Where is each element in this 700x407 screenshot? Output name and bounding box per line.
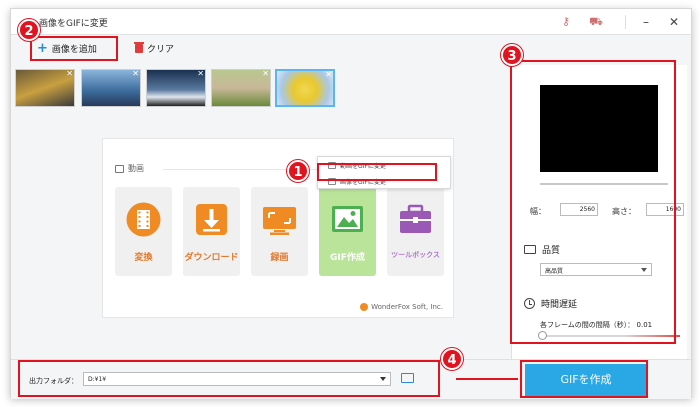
highlight-image-to-gif bbox=[317, 163, 437, 181]
download-label: ダウンロード bbox=[184, 253, 239, 263]
key-icon[interactable]: ⚷ bbox=[559, 15, 573, 29]
brand-footer: WonderFox Soft, Inc. bbox=[360, 303, 443, 311]
step-badge-2: 2 bbox=[18, 19, 40, 41]
annotation-connector bbox=[456, 378, 518, 380]
section-header: 動画 bbox=[115, 163, 144, 174]
gif-maker-tile[interactable]: GIF作成 bbox=[319, 187, 376, 276]
film-convert-icon bbox=[126, 202, 161, 237]
title-separator bbox=[625, 15, 626, 29]
trash-icon bbox=[134, 42, 144, 53]
image-thumbnail[interactable]: ✕ bbox=[211, 69, 271, 107]
image-thumbnail-selected[interactable]: ✕ bbox=[275, 69, 335, 107]
window-title: 画像をGIFに変更 bbox=[39, 19, 108, 29]
remove-icon[interactable]: ✕ bbox=[132, 69, 139, 78]
monitor-record-icon bbox=[263, 207, 296, 235]
clear-button[interactable]: クリア bbox=[134, 42, 175, 55]
toolbox-icon bbox=[400, 204, 431, 233]
download-tile[interactable]: ダウンロード bbox=[183, 187, 240, 276]
image-thumbnail[interactable]: ✕ bbox=[146, 69, 206, 107]
clear-label: クリア bbox=[147, 45, 175, 55]
toolbox-label: ツールボックス bbox=[391, 251, 440, 259]
convert-label: 変換 bbox=[134, 253, 153, 263]
step-badge-4: 4 bbox=[441, 348, 463, 370]
close-icon[interactable]: ✕ bbox=[665, 13, 683, 31]
main-area: 動画 変換 ダウンロード 録画 GIF作成 ツールボックス WonderFox … bbox=[11, 113, 507, 359]
image-thumbnail[interactable]: ✕ bbox=[15, 69, 75, 107]
film-icon bbox=[115, 164, 124, 173]
wonderfox-logo-icon bbox=[360, 303, 369, 311]
remove-icon[interactable]: ✕ bbox=[197, 69, 204, 78]
remove-icon[interactable]: ✕ bbox=[325, 70, 332, 79]
remove-icon[interactable]: ✕ bbox=[66, 69, 73, 78]
step-badge-3: 3 bbox=[501, 44, 523, 66]
title-bar: 画像をGIFに変更 ⚷ ⛟ – ✕ bbox=[11, 9, 691, 35]
gif-maker-label: GIF作成 bbox=[330, 253, 365, 263]
minimize-icon[interactable]: – bbox=[637, 13, 655, 31]
remove-icon[interactable]: ✕ bbox=[262, 69, 269, 78]
highlight-output-folder bbox=[18, 360, 440, 397]
record-label: 録画 bbox=[270, 253, 289, 263]
convert-tile[interactable]: 変換 bbox=[115, 187, 172, 276]
record-tile[interactable]: 録画 bbox=[251, 187, 308, 276]
section-label: 動画 bbox=[128, 164, 144, 173]
toolbox-tile[interactable]: ツールボックス bbox=[387, 187, 444, 276]
highlight-add-image bbox=[30, 36, 118, 61]
download-icon bbox=[196, 204, 227, 235]
highlight-settings bbox=[510, 60, 676, 344]
cart-icon[interactable]: ⛟ bbox=[589, 15, 603, 29]
image-gif-icon bbox=[332, 206, 363, 232]
highlight-create-gif bbox=[520, 360, 648, 398]
step-badge-1: 1 bbox=[287, 160, 309, 182]
brand-text: WonderFox Soft, Inc. bbox=[371, 303, 443, 311]
image-thumbnail[interactable]: ✕ bbox=[81, 69, 141, 107]
